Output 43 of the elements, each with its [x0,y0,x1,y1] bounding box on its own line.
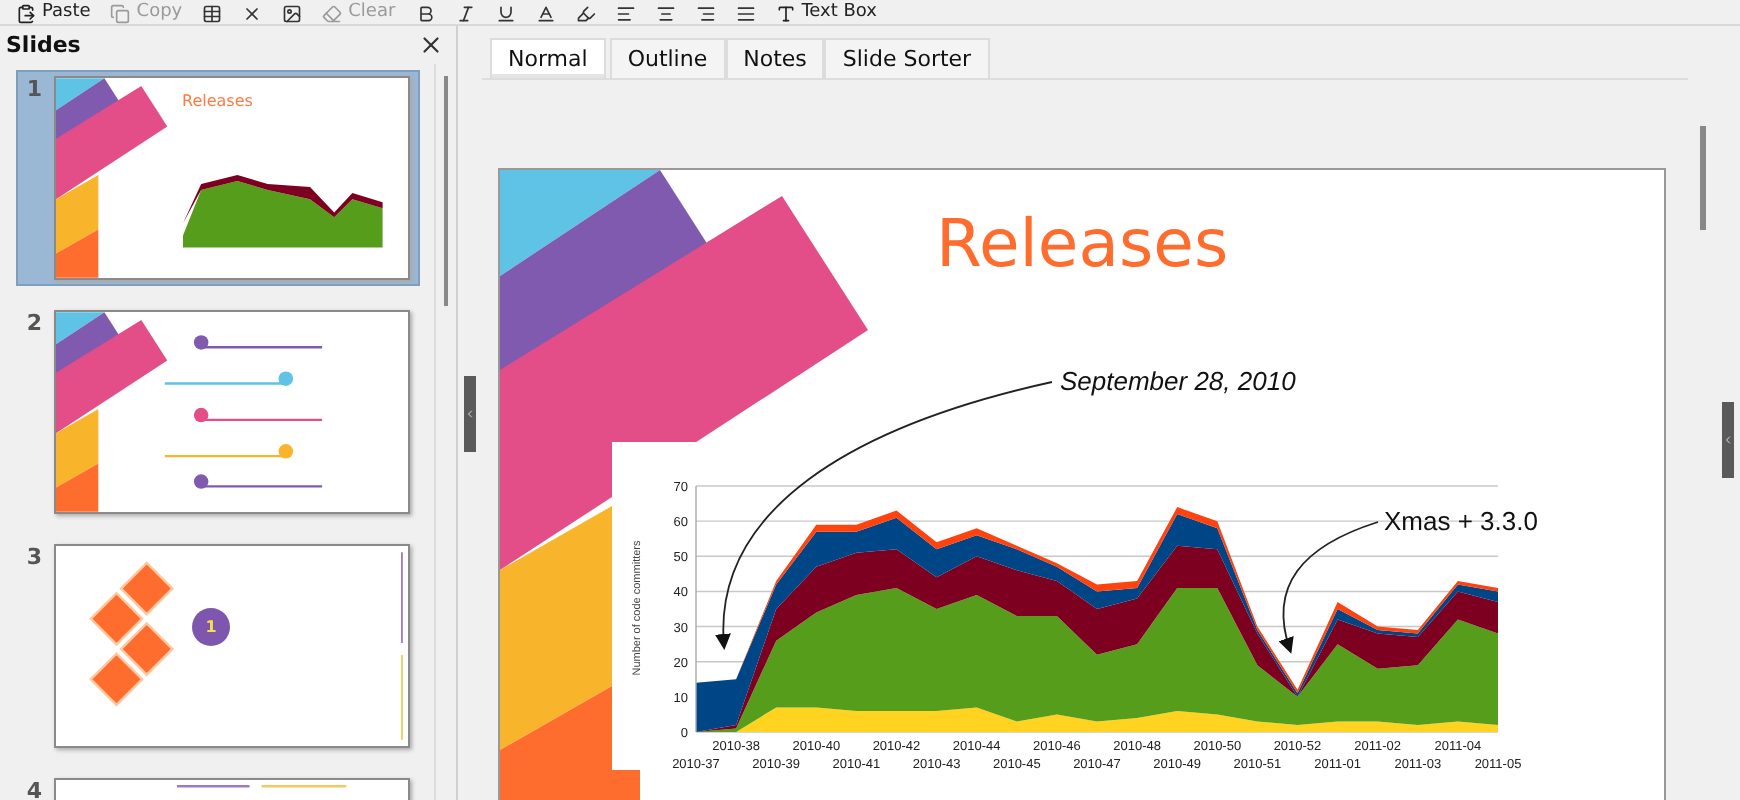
slide-number: 4 [26,778,42,800]
toolbar-button[interactable]: Text Box [775,2,877,24]
format-icon[interactable] [495,4,516,24]
image-icon[interactable] [282,4,303,24]
slide-item[interactable]: 3 1 [16,538,420,754]
toolbar-icon [110,3,131,23]
toolbar-button[interactable]: Paste [16,2,91,24]
view-tab[interactable]: Slide Sorter [824,38,990,78]
format-icon[interactable] [415,4,436,24]
chart-annotation: September 28, 2010 [1060,366,1296,396]
sidebar-handle[interactable] [1722,401,1734,477]
toolbar-icon [775,3,796,23]
align-icon[interactable] [735,4,756,24]
annotation-arrow [1279,521,1379,654]
format-icon[interactable] [575,4,596,24]
scrollbar-thumb[interactable] [444,76,448,306]
thumbnail-title: Releases [182,92,253,110]
view-tab[interactable]: Outline [609,38,726,78]
chart-annotation: Xmas + 3.3.0 [1384,506,1538,536]
scrollbar-thumb[interactable] [1699,126,1705,230]
close-icon[interactable] [418,32,444,58]
collapse-handle[interactable] [464,375,476,451]
slide-item[interactable]: 2 [16,304,420,520]
slide-item[interactable]: 1 Releases [16,70,420,286]
table-icon[interactable] [202,4,223,24]
slide-number: 3 [26,544,42,574]
panel-title: Slides [6,32,81,58]
format-icon[interactable] [535,4,556,24]
slide-title: Releases [936,204,1229,282]
slide-thumbnail[interactable]: 1 [54,544,410,748]
thumbnail-badge: 1 [192,608,230,646]
align-icon[interactable] [615,4,636,24]
view-tab[interactable]: Normal [490,38,606,78]
view-tab[interactable]: Notes [725,38,825,78]
align-icon[interactable] [695,4,716,24]
slide-item[interactable]: 4 [16,772,420,800]
slide-number: 2 [26,310,42,340]
delete-icon[interactable] [242,4,263,24]
toolbar-icon [322,3,343,23]
format-icon[interactable] [455,4,476,24]
slide-number: 1 [26,76,42,106]
toolbar-icon [16,3,36,23]
align-icon[interactable] [655,4,676,24]
